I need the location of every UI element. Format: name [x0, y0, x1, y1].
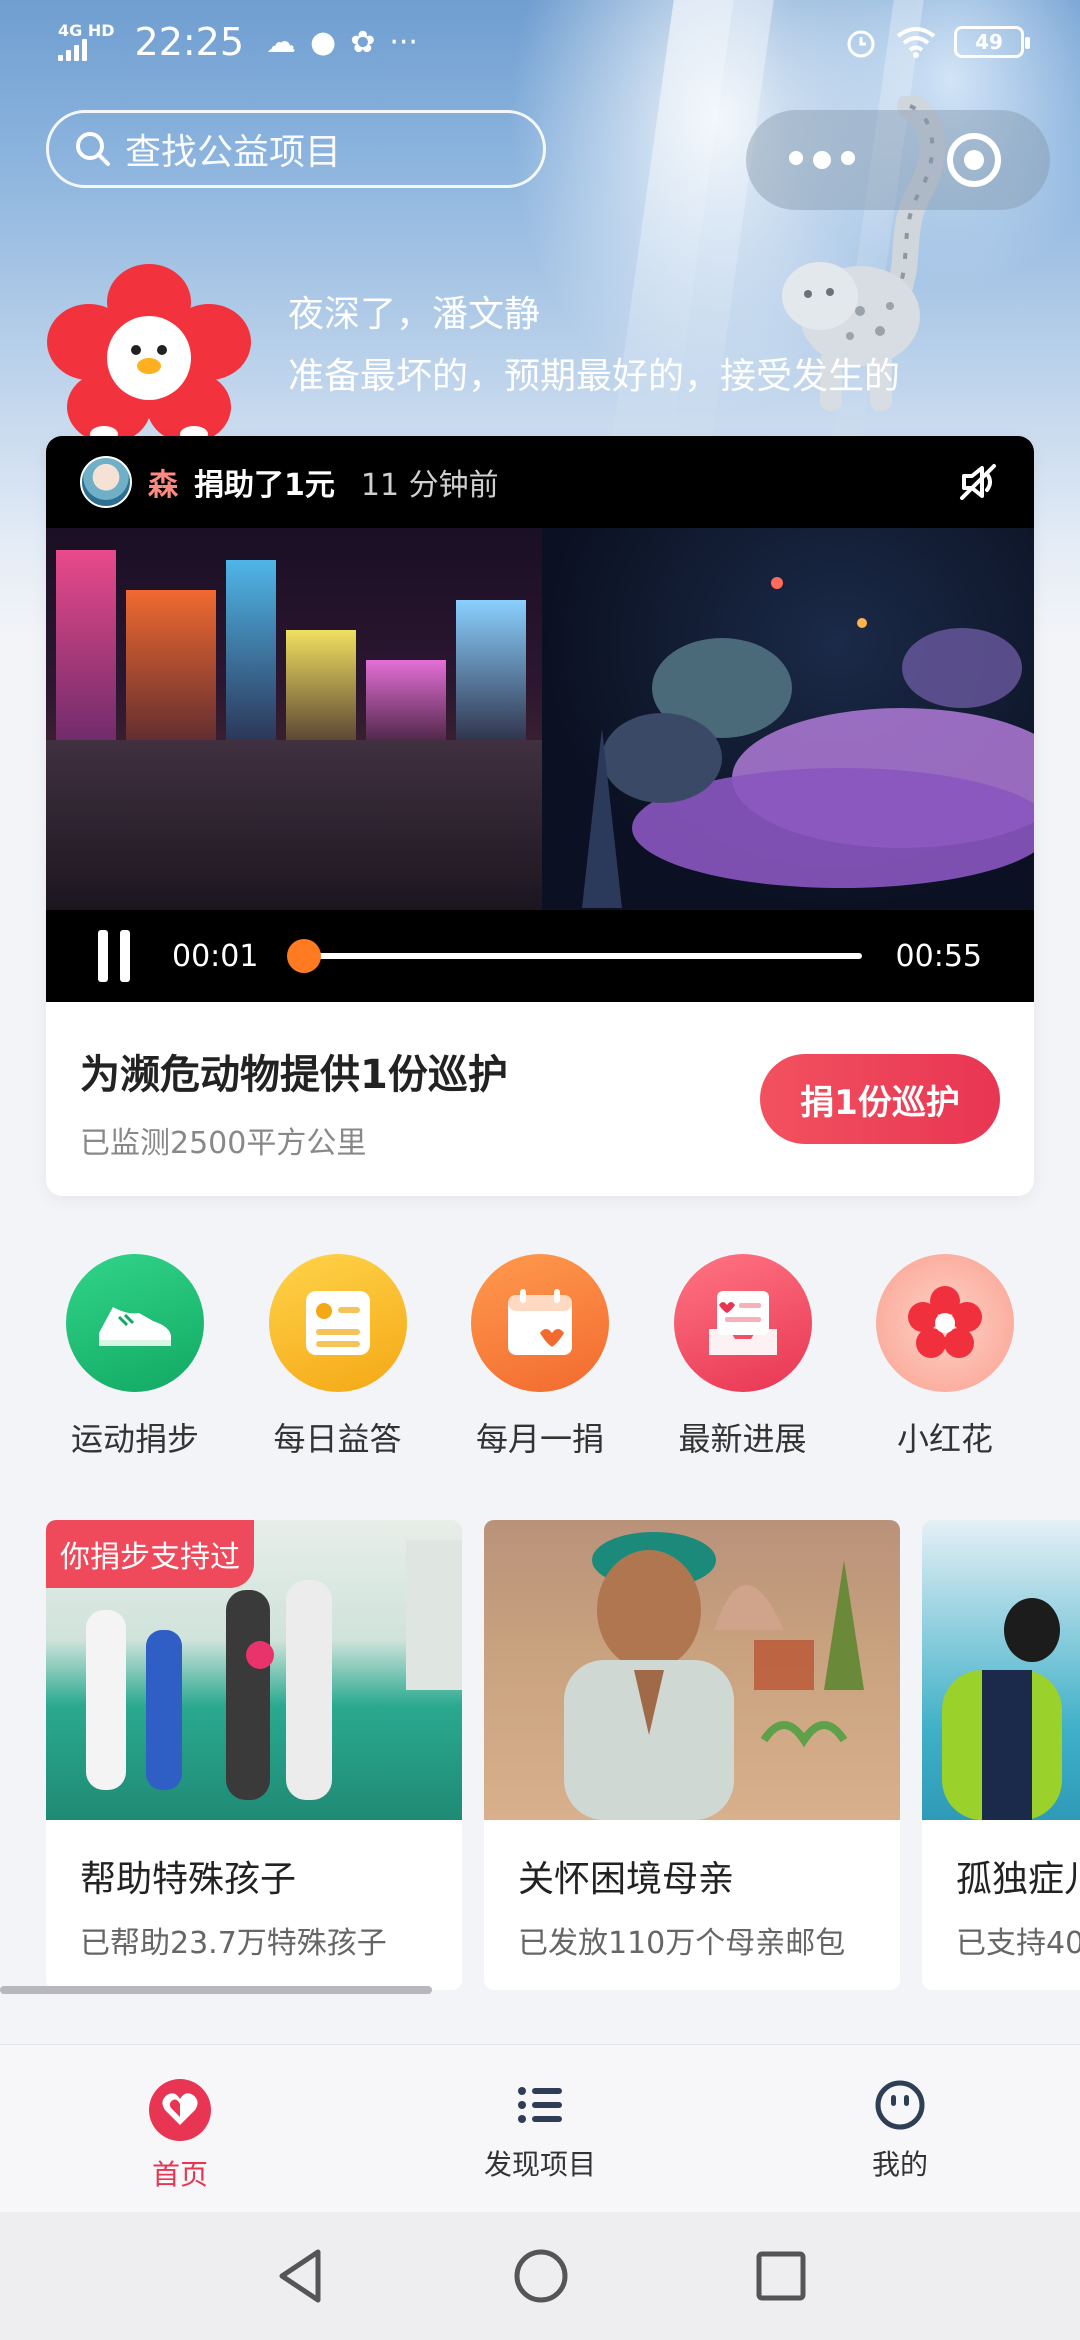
project-card-subtitle: 已支持40 — [956, 1926, 1080, 1961]
red-flower-mascot — [47, 264, 251, 442]
donor-time: 11 分钟前 — [360, 468, 499, 503]
project-card[interactable]: 关怀困境母亲 已发放110万个母亲邮包 — [484, 1520, 900, 1990]
donate-button[interactable]: 捐1份巡护 — [760, 1054, 1000, 1144]
greeting: 夜深了，潘文静 准备最坏的，预期最好的，接受发生的 — [288, 284, 900, 408]
donor-name: 森 — [148, 468, 178, 503]
fan-icon: ✿ — [350, 24, 376, 60]
project-card-title: 关怀困境母亲 — [518, 1859, 735, 1900]
more-options-button[interactable] — [746, 151, 898, 169]
bottom-tab-bar: 首页 发现项目 我的 — [0, 2044, 1080, 2212]
signal-icon — [58, 39, 87, 61]
quiz-card-icon — [268, 1254, 407, 1392]
video-player[interactable]: 森 捐助了1元 11 分钟前 00:01 00:55 — [46, 436, 1034, 1002]
status-bar: 4G HD 22:25 ☁ ● ✿ ··· 49 — [0, 0, 1080, 84]
coral-reef-scene — [542, 528, 1034, 910]
search-input[interactable]: 查找公益项目 — [46, 110, 546, 188]
duration: 00:55 — [895, 938, 982, 974]
inbox-heart-icon — [673, 1254, 812, 1392]
tab-discover[interactable]: 发现项目 — [360, 2045, 720, 2212]
sneaker-icon — [66, 1254, 204, 1392]
network-indicator: 4G HD — [58, 23, 115, 61]
supported-tag: 你捐步支持过 — [46, 1520, 254, 1588]
quick-entry-quiz[interactable]: 每日益答 — [243, 1254, 433, 1460]
project-card-title: 孤独症儿 — [956, 1859, 1080, 1900]
search-placeholder: 查找公益项目 — [125, 132, 342, 173]
tab-label: 我的 — [871, 2148, 928, 2181]
progress-bar[interactable] — [286, 939, 862, 973]
calendar-heart-icon — [471, 1254, 609, 1392]
close-miniprogram-button[interactable] — [898, 133, 1050, 187]
tab-home[interactable]: 首页 — [0, 2045, 360, 2212]
back-icon[interactable] — [272, 2246, 328, 2306]
greeting-line-1: 夜深了，潘文静 — [288, 294, 541, 335]
quick-entry-steps[interactable]: 运动捐步 — [40, 1254, 230, 1460]
quick-entry-monthly[interactable]: 每月一捐 — [445, 1254, 635, 1460]
quick-entry-redflower[interactable]: 小红花 — [850, 1254, 1040, 1460]
video-controls: 00:01 00:55 — [46, 910, 1034, 1002]
city-night-scene — [46, 528, 542, 910]
recents-icon[interactable] — [754, 2249, 808, 2303]
project-carousel[interactable]: 你捐步支持过 帮助特殊孩子 已帮助23.7万特殊孩子 关怀困境母亲 已发放110… — [46, 1520, 1080, 1990]
carousel-scrollbar[interactable] — [0, 1986, 432, 1994]
progress-knob[interactable] — [286, 939, 321, 973]
red-flower-icon — [876, 1254, 1014, 1392]
quick-entry-label: 每日益答 — [273, 1420, 402, 1458]
donation-ticker: 森 捐助了1元 11 分钟前 — [46, 436, 1034, 528]
quick-entries: 运动捐步 每日益答 每月一捐 最新进展 小红花 — [40, 1254, 1040, 1460]
search-icon — [76, 132, 110, 166]
tab-label: 首页 — [151, 2158, 208, 2191]
project-card[interactable]: 你捐步支持过 帮助特殊孩子 已帮助23.7万特殊孩子 — [46, 1520, 462, 1990]
quick-entry-label: 每月一捐 — [475, 1420, 604, 1458]
project-card-subtitle: 已帮助23.7万特殊孩子 — [80, 1926, 387, 1961]
cloud-icon: ☁ — [266, 24, 297, 60]
project-image-autism — [922, 1520, 1080, 1820]
more-notifications: ··· — [389, 24, 418, 60]
tab-me[interactable]: 我的 — [720, 2045, 1080, 2212]
donor-action: 捐助了1元 — [194, 468, 335, 503]
pause-button[interactable] — [98, 930, 130, 982]
system-navigation-bar — [0, 2212, 1080, 2340]
donor-avatar — [80, 456, 132, 508]
project-info: 为濒危动物提供1份巡护 已监测2500平方公里 捐1份巡护 — [46, 1002, 1034, 1196]
list-icon — [518, 2087, 562, 2123]
featured-donation-card: 森 捐助了1元 11 分钟前 00:01 00:55 为濒危动物提供1份巡护 已… — [46, 436, 1034, 1196]
current-time: 00:01 — [172, 938, 259, 974]
wifi-icon — [896, 27, 936, 58]
project-image-children: 你捐步支持过 — [46, 1520, 462, 1820]
greeting-line-2: 准备最坏的，预期最好的，接受发生的 — [288, 356, 901, 397]
notification-icon: ● — [310, 24, 337, 60]
smile-face-icon — [875, 2080, 925, 2130]
clock: 22:25 — [134, 20, 245, 64]
video-frame — [46, 528, 1034, 910]
project-card-title: 帮助特殊孩子 — [80, 1859, 297, 1900]
quick-entry-progress[interactable]: 最新进展 — [648, 1254, 838, 1460]
quick-entry-label: 最新进展 — [678, 1420, 807, 1458]
miniprogram-capsule — [746, 110, 1050, 210]
quick-entry-label: 运动捐步 — [70, 1420, 199, 1458]
alarm-icon — [847, 30, 875, 58]
heart-home-icon — [149, 2079, 211, 2141]
quick-entry-label: 小红花 — [896, 1420, 993, 1458]
target-icon — [947, 133, 1001, 187]
project-image-mother — [484, 1520, 900, 1820]
project-card[interactable]: 孤独症儿 已支持40 — [922, 1520, 1080, 1990]
mute-icon[interactable] — [956, 460, 1000, 504]
home-icon[interactable] — [511, 2246, 571, 2306]
battery-icon: 49 — [954, 26, 1030, 58]
tab-label: 发现项目 — [483, 2148, 596, 2181]
project-card-subtitle: 已发放110万个母亲邮包 — [518, 1926, 846, 1961]
